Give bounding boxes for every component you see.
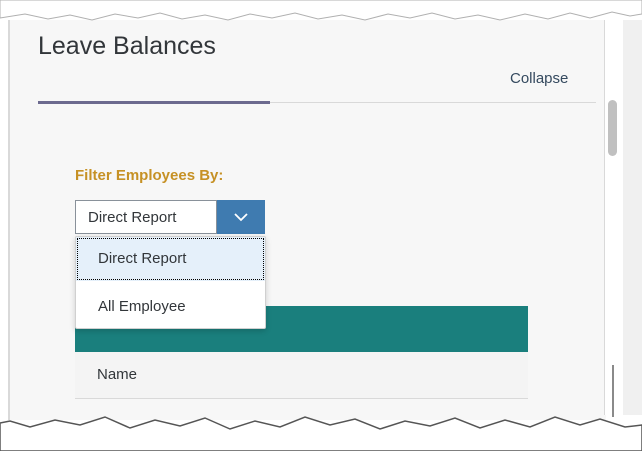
option-all-employee[interactable]: All Employee xyxy=(76,285,265,329)
option-direct-report[interactable]: Direct Report xyxy=(76,237,265,281)
torn-edge-bottom xyxy=(0,416,642,451)
chevron-down-icon xyxy=(234,213,248,222)
header-divider xyxy=(270,102,596,103)
torn-edge-top xyxy=(0,0,642,21)
column-header-name[interactable]: Name xyxy=(97,366,137,383)
select-value[interactable]: Direct Report xyxy=(75,200,217,234)
employee-filter-select[interactable]: Direct Report xyxy=(75,200,265,234)
filter-dropdown-list: Direct Report All Employee xyxy=(75,236,266,329)
table-column-header-row: Name xyxy=(75,352,528,399)
window-edge xyxy=(623,20,642,415)
collapse-link[interactable]: Collapse xyxy=(510,70,568,87)
page-title: Leave Balances xyxy=(38,32,216,60)
select-dropdown-button[interactable] xyxy=(217,200,265,234)
vertical-scrollbar[interactable] xyxy=(604,20,624,417)
title-underline xyxy=(38,101,270,104)
scrollbar-thumb[interactable] xyxy=(608,100,617,156)
filter-label: Filter Employees By: xyxy=(75,167,224,184)
